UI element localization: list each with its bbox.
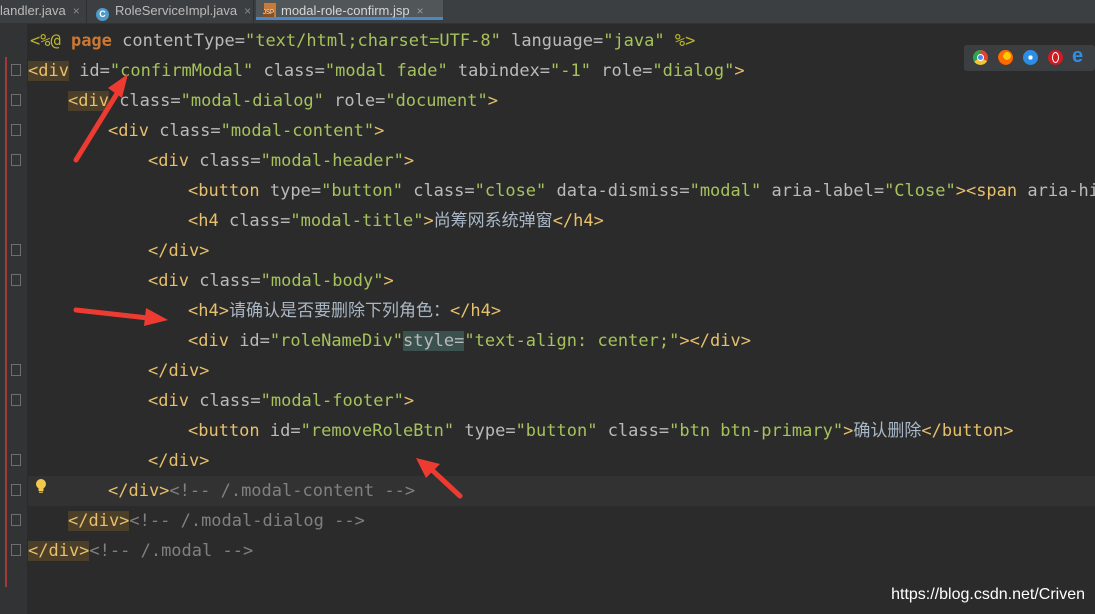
arrow-to-remove-button <box>416 458 463 499</box>
annotation-arrows <box>73 74 463 499</box>
watermark: https://blog.csdn.net/Criven <box>891 586 1085 603</box>
arrow-to-confirm-modal <box>73 74 128 163</box>
arrow-to-modal-body <box>73 307 168 326</box>
